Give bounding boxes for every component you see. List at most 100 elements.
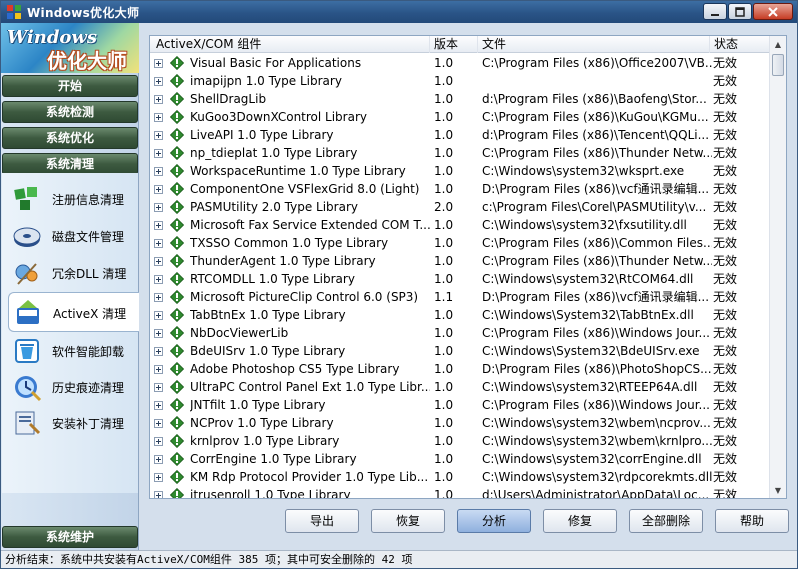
subnav-registry-cleanup[interactable]: 注册信息清理 <box>2 181 138 217</box>
nav-system-cleanup[interactable]: 系统清理 <box>2 153 138 175</box>
subnav-activex-cleanup[interactable]: ActiveX 清理 <box>8 292 139 332</box>
cell-state: 无效 <box>713 200 738 214</box>
table-row[interactable]: ShellDragLib 1.0 d:\Program Files (x86)\Ba… <box>150 90 770 108</box>
table-row[interactable]: NCProv 1.0 Type Library 1.0 C:\Windows\sys… <box>150 414 770 432</box>
cell-name: TXSSO Common 1.0 Type Library <box>190 236 389 250</box>
table-row[interactable]: np_tdieplat 1.0 Type Library 1.0 C:\Progra… <box>150 144 770 162</box>
export-button[interactable]: 导出 <box>285 509 359 533</box>
expand-icon[interactable] <box>154 455 163 464</box>
table-row[interactable]: itrusenroll 1.0 Type Library 1.0 d:\Users\… <box>150 486 770 498</box>
expand-icon[interactable] <box>154 185 163 194</box>
column-header-version[interactable]: 版本 <box>430 36 478 53</box>
scroll-up-icon[interactable]: ▲ <box>770 36 786 52</box>
table-row[interactable]: LiveAPI 1.0 Type Library 1.0 d:\Program Fi… <box>150 126 770 144</box>
expand-icon[interactable] <box>154 167 163 176</box>
table-row[interactable]: KM Rdp Protocol Provider 1.0 Type Lib...… <box>150 468 770 486</box>
close-button[interactable] <box>753 3 793 20</box>
scroll-down-icon[interactable]: ▼ <box>770 482 786 498</box>
cell-version: 1.0 <box>434 128 454 142</box>
expand-icon[interactable] <box>154 383 163 392</box>
expand-icon[interactable] <box>154 311 163 320</box>
cell-version: 1.0 <box>434 74 454 88</box>
activex-list[interactable]: ActiveX/COM 组件 版本 文件 状态 Visual Basic For… <box>149 35 787 499</box>
expand-icon[interactable] <box>154 149 163 158</box>
repair-button[interactable]: 修复 <box>543 509 617 533</box>
table-row[interactable]: ComponentOne VSFlexGrid 8.0 (Light) 1.0 D:… <box>150 180 770 198</box>
table-row[interactable]: TabBtnEx 1.0 Type Library 1.0 C:\Windows\S… <box>150 306 770 324</box>
valid-check-icon <box>170 290 184 304</box>
expand-icon[interactable] <box>154 257 163 266</box>
table-row[interactable]: CorrEngine 1.0 Type Library 1.0 C:\Windows… <box>150 450 770 468</box>
column-header-state[interactable]: 状态 <box>710 36 770 53</box>
expand-icon[interactable] <box>154 203 163 212</box>
expand-icon[interactable] <box>154 437 163 446</box>
expand-icon[interactable] <box>154 491 163 498</box>
table-row[interactable]: NbDocViewerLib 1.0 C:\Program Files (x86)\… <box>150 324 770 342</box>
subnav-history-cleanup[interactable]: 历史痕迹清理 <box>2 369 138 405</box>
subnav-software-uninstall[interactable]: 软件智能卸载 <box>2 333 138 369</box>
title-bar[interactable]: Windows优化大师 <box>1 1 797 23</box>
valid-check-icon <box>170 470 184 484</box>
expand-icon[interactable] <box>154 95 163 104</box>
table-row[interactable]: KuGoo3DownXControl Library 1.0 C:\Program … <box>150 108 770 126</box>
subnav-redundant-dll-cleanup[interactable]: 冗余DLL 清理 <box>2 255 138 291</box>
subnav-patch-cleanup[interactable]: 安装补丁清理 <box>2 405 138 441</box>
column-header-name[interactable]: ActiveX/COM 组件 <box>150 36 430 53</box>
analyze-button[interactable]: 分析 <box>457 509 531 533</box>
table-row[interactable]: TXSSO Common 1.0 Type Library 1.0 C:\Progr… <box>150 234 770 252</box>
cell-name: Visual Basic For Applications <box>190 56 362 70</box>
expand-icon[interactable] <box>154 293 163 302</box>
expand-icon[interactable] <box>154 77 163 86</box>
table-row[interactable]: BdeUISrv 1.0 Type Library 1.0 C:\Windows\S… <box>150 342 770 360</box>
expand-icon[interactable] <box>154 419 163 428</box>
activex-icon <box>17 300 39 324</box>
nav-start[interactable]: 开始 <box>2 75 138 97</box>
table-row[interactable]: imapijpn 1.0 Type Library 1.0 无效 <box>150 72 770 90</box>
expand-icon[interactable] <box>154 401 163 410</box>
expand-icon[interactable] <box>154 239 163 248</box>
table-row[interactable]: Microsoft PictureClip Control 6.0 (SP3) 1… <box>150 288 770 306</box>
cell-version: 1.1 <box>434 290 454 304</box>
uninstall-icon <box>15 339 39 363</box>
valid-check-icon <box>170 146 184 160</box>
table-row[interactable]: RTCOMDLL 1.0 Type Library 1.0 C:\Windows\s… <box>150 270 770 288</box>
table-row[interactable]: krnlprov 1.0 Type Library 1.0 C:\Windows\s… <box>150 432 770 450</box>
cell-version: 1.0 <box>434 110 454 124</box>
table-row[interactable]: WorkspaceRuntime 1.0 Type Library 1.0 C:\W… <box>150 162 770 180</box>
table-row[interactable]: Visual Basic For Applications 1.0 C:\Progr… <box>150 54 770 72</box>
scroll-thumb[interactable] <box>772 54 784 76</box>
nav-system-optimization[interactable]: 系统优化 <box>2 127 138 149</box>
table-row[interactable]: Microsoft Fax Service Extended COM T... 1… <box>150 216 770 234</box>
nav-system-detection[interactable]: 系统检测 <box>2 101 138 123</box>
expand-icon[interactable] <box>154 329 163 338</box>
cell-version: 1.0 <box>434 344 454 358</box>
cell-version: 1.0 <box>434 254 454 268</box>
subnav-disk-file-management[interactable]: 磁盘文件管理 <box>2 218 138 254</box>
expand-icon[interactable] <box>154 473 163 482</box>
table-row[interactable]: JNTfilt 1.0 Type Library 1.0 C:\Program Fi… <box>150 396 770 414</box>
cell-version: 1.0 <box>434 380 454 394</box>
expand-icon[interactable] <box>154 221 163 230</box>
maximize-button[interactable] <box>728 3 752 20</box>
nav-system-maintenance[interactable]: 系统维护 <box>2 526 138 548</box>
expand-icon[interactable] <box>154 59 163 68</box>
minimize-button[interactable] <box>703 3 727 20</box>
expand-icon[interactable] <box>154 347 163 356</box>
expand-icon[interactable] <box>154 275 163 284</box>
help-button[interactable]: 帮助 <box>715 509 789 533</box>
expand-icon[interactable] <box>154 365 163 374</box>
vertical-scrollbar[interactable]: ▲ ▼ <box>769 36 786 498</box>
expand-icon[interactable] <box>154 113 163 122</box>
table-row[interactable]: PASMUtility 2.0 Type Library 2.0 c:\Progra… <box>150 198 770 216</box>
table-row[interactable]: UltraPC Control Panel Ext 1.0 Type Libr.… <box>150 378 770 396</box>
subnav-label: ActiveX 清理 <box>53 307 127 321</box>
table-row[interactable]: Adobe Photoshop CS5 Type Library 1.0 D:\Pr… <box>150 360 770 378</box>
cell-file: C:\Windows\system32\rdpcorekmts.dll <box>482 470 712 484</box>
window-title: Windows优化大师 <box>27 6 140 20</box>
delete-all-button[interactable]: 全部删除 <box>629 509 703 533</box>
expand-icon[interactable] <box>154 131 163 140</box>
column-header-file[interactable]: 文件 <box>478 36 710 53</box>
table-row[interactable]: ThunderAgent 1.0 Type Library 1.0 C:\Progr… <box>150 252 770 270</box>
restore-button[interactable]: 恢复 <box>371 509 445 533</box>
cell-name: CorrEngine 1.0 Type Library <box>190 452 357 466</box>
